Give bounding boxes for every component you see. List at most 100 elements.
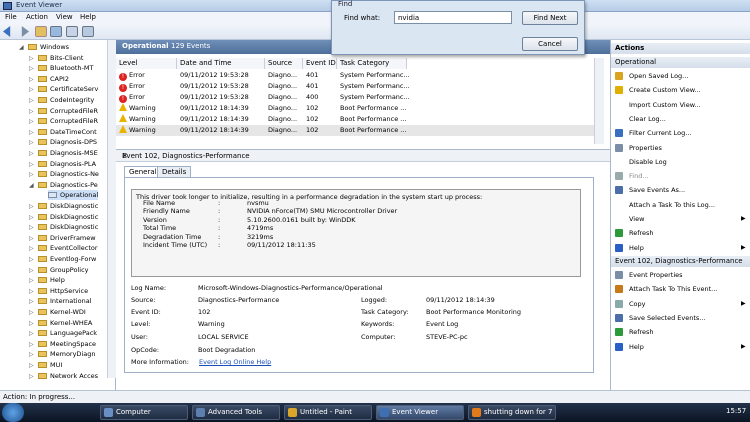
menu-file[interactable]: File (5, 13, 17, 21)
tree-expander-icon[interactable]: ▷ (29, 108, 34, 115)
action-item[interactable]: Properties (629, 143, 662, 153)
tree-item[interactable]: LanguagePack (38, 328, 97, 338)
taskbar-button[interactable]: Event Viewer (376, 405, 464, 420)
column-header[interactable]: Level (116, 58, 177, 69)
tree-expander-icon[interactable]: ▷ (29, 373, 34, 380)
tree-item[interactable]: MUI (38, 360, 62, 370)
tree-item[interactable]: EventCollector (38, 243, 98, 253)
tree-expander-icon[interactable]: ▷ (29, 139, 34, 146)
tree-item[interactable]: Bits-Client (38, 53, 83, 63)
tree-item[interactable]: MeetingSpace (38, 339, 96, 349)
tree-expander-icon[interactable]: ▷ (29, 150, 34, 157)
action-item[interactable]: Copy (629, 299, 646, 309)
event-list-scrollbar[interactable] (594, 58, 604, 144)
tree-item[interactable]: CodeIntegrity (38, 95, 94, 105)
tree-item[interactable]: CertificateServ (38, 84, 98, 94)
cancel-button[interactable]: Cancel (522, 37, 578, 51)
action-item[interactable]: Help (629, 342, 644, 352)
close-icon[interactable]: ✕ (122, 152, 598, 160)
column-header[interactable]: Task Category (337, 58, 407, 69)
action-item[interactable]: Filter Current Log... (629, 128, 691, 138)
taskbar-button[interactable]: shutting down for 7 ... (468, 405, 556, 420)
menu-view[interactable]: View (56, 13, 73, 21)
tree-item[interactable]: DiskDiagnostic (38, 222, 98, 232)
tree-expander-icon[interactable]: ▷ (29, 129, 34, 136)
actions-section-operational[interactable]: Operational (611, 57, 750, 68)
column-header[interactable]: Source (265, 58, 303, 69)
tree-expander-icon[interactable]: ▷ (29, 341, 34, 348)
column-header[interactable]: Event ID (303, 58, 337, 69)
tree-scrollbar[interactable] (107, 40, 116, 378)
action-item[interactable]: View (629, 214, 644, 224)
tree-item[interactable]: Bluetooth-MT (38, 63, 93, 73)
tree-item[interactable]: HttpService (38, 286, 88, 296)
back-arrow-icon[interactable] (3, 26, 11, 37)
tree-item[interactable]: GroupPolicy (38, 265, 89, 275)
tree-expander-icon[interactable]: ▷ (29, 171, 34, 178)
tree-expander-icon[interactable]: ▷ (29, 203, 34, 210)
tree-expander-icon[interactable]: ▷ (29, 267, 34, 274)
forward-arrow-icon[interactable] (21, 26, 29, 37)
tree-expander-icon[interactable]: ◢ (19, 44, 24, 51)
table-row[interactable]: Warning 09/11/2012 18:14:39 Diagno... 102 Bo… (116, 114, 594, 125)
tree-item[interactable]: CorruptedFileR (38, 106, 98, 116)
taskbar-button[interactable]: Advanced Tools (192, 405, 280, 420)
tree-item[interactable]: Diagnosis-MSE (38, 148, 98, 158)
tree-expander-icon[interactable]: ▷ (29, 55, 34, 62)
help-icon[interactable] (66, 26, 78, 37)
tree-item[interactable]: Windows (28, 42, 69, 52)
taskbar-button[interactable]: Untitled - Paint (284, 405, 372, 420)
action-item[interactable]: Clear Log... (629, 114, 666, 124)
find-next-button[interactable]: Find Next (522, 11, 578, 25)
tree-expander-icon[interactable]: ◢ (29, 182, 34, 189)
tree-expander-icon[interactable]: ▷ (29, 330, 34, 337)
action-item[interactable]: Save Selected Events... (629, 313, 705, 323)
table-row[interactable]: Warning 09/11/2012 18:14:39 Diagno... 102 Bo… (116, 125, 594, 136)
tree-expander-icon[interactable]: ▷ (29, 86, 34, 93)
tree-item[interactable]: DiskDiagnostic (38, 201, 98, 211)
action-item[interactable]: Help (629, 243, 644, 253)
tree-expander-icon[interactable]: ▷ (29, 214, 34, 221)
tree-expander-icon[interactable]: ▷ (29, 298, 34, 305)
show-hide-tree-icon[interactable] (50, 26, 62, 37)
tree-expander-icon[interactable]: ▷ (29, 76, 34, 83)
tree-expander-icon[interactable]: ▷ (29, 309, 34, 316)
tree-item[interactable]: Diagnostics-Ne (38, 169, 99, 179)
action-item[interactable]: Open Saved Log... (629, 71, 688, 81)
action-item[interactable]: Refresh (629, 327, 654, 337)
taskbar-button[interactable]: Computer (100, 405, 188, 420)
table-row[interactable]: ! Error 09/11/2012 19:53:28 Diagno... 400 Sys… (116, 92, 594, 103)
tree-item[interactable]: MemoryDiagn (38, 349, 95, 359)
action-item[interactable]: Find... (629, 171, 649, 181)
tree-item[interactable]: DateTimeCont (38, 127, 97, 137)
menu-action[interactable]: Action (26, 13, 48, 21)
action-item[interactable]: Refresh (629, 228, 654, 238)
tree-item[interactable]: Operational (48, 190, 99, 201)
tree-item[interactable]: Kernel-WHEA (38, 318, 92, 328)
action-item[interactable]: Disable Log (629, 157, 667, 167)
menu-help[interactable]: Help (80, 13, 96, 21)
tree-expander-icon[interactable]: ▷ (29, 245, 34, 252)
action-item[interactable]: Event Properties (629, 270, 683, 280)
tree-expander-icon[interactable]: ▷ (29, 161, 34, 168)
tree-item[interactable]: Help (38, 275, 65, 285)
tree-expander-icon[interactable]: ▷ (29, 277, 34, 284)
tree-item[interactable]: CAPI2 (38, 74, 69, 84)
tree-expander-icon[interactable]: ▷ (29, 118, 34, 125)
tree-expander-icon[interactable]: ▷ (29, 351, 34, 358)
actions-section-event[interactable]: Event 102, Diagnostics-Performance (611, 256, 750, 267)
table-row[interactable]: ! Error 09/11/2012 19:53:28 Diagno... 401 Sys… (116, 70, 594, 81)
tree-item[interactable]: Diagnosis-DPS (38, 137, 97, 147)
tree-item[interactable]: Eventlog-Forw (38, 254, 96, 264)
table-row[interactable]: Warning 09/11/2012 18:14:39 Diagno... 102 Bo… (116, 103, 594, 114)
tree-expander-icon[interactable]: ▷ (29, 97, 34, 104)
find-what-input[interactable] (394, 11, 512, 24)
tree-item[interactable]: Diagnosis-PLA (38, 159, 96, 169)
tree-item[interactable]: DiskDiagnostic (38, 212, 98, 222)
column-header[interactable]: Date and Time (177, 58, 265, 69)
action-item[interactable]: Import Custom View... (629, 100, 701, 110)
tree-item[interactable]: CorruptedFileR (38, 116, 98, 126)
properties-icon[interactable] (82, 26, 94, 37)
tree-item[interactable]: International (38, 296, 92, 306)
tree-expander-icon[interactable]: ▷ (29, 288, 34, 295)
